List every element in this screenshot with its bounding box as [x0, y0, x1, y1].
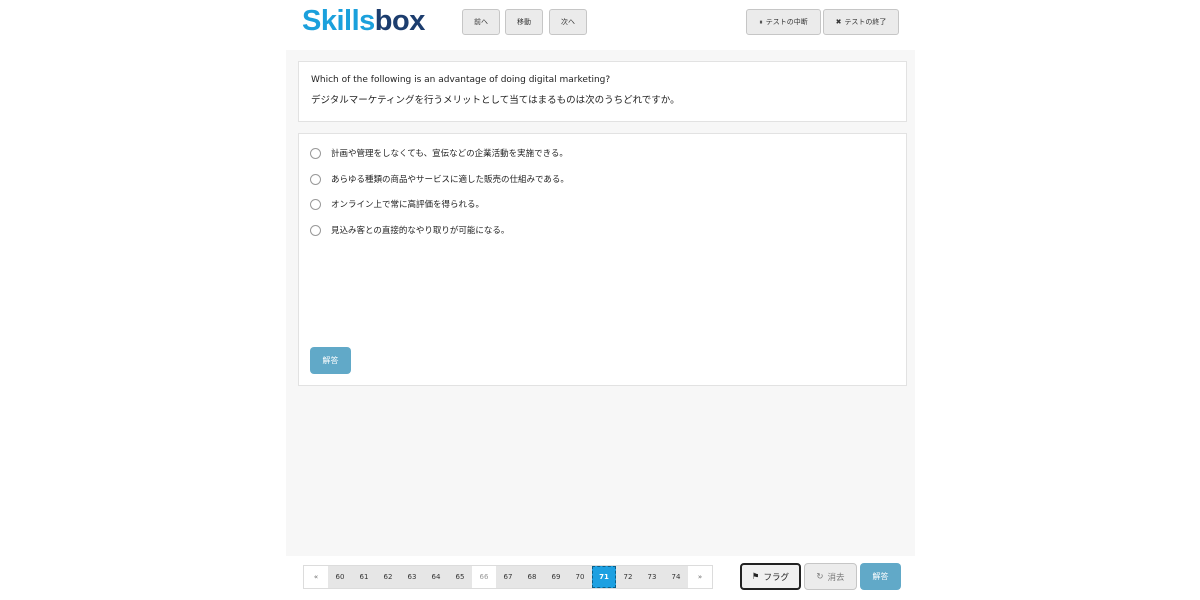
bottom-answer-button-label: 解答 — [872, 572, 889, 581]
option-4-label: 見込み客との直接的なやり取りが可能になる。 — [331, 226, 510, 236]
top-toolbar: Skills box 前へ 移動 次へ ⏸ テストの中断 ✖ テストの終了 — [286, 0, 915, 50]
prev-button-label: 前へ — [474, 18, 488, 26]
logo-text-skills: Skills — [302, 4, 375, 37]
clear-button-label: 消去 — [827, 572, 845, 583]
option-3-radio[interactable] — [310, 198, 321, 210]
refresh-icon: ↻ — [816, 571, 824, 582]
question-text-en: Which of the following is an advantage o… — [311, 75, 611, 85]
answer-button-label: 解答 — [322, 356, 339, 365]
answer-button[interactable]: 解答 — [310, 347, 351, 374]
question-text-ja: デジタルマーケティングを行うメリットとして当てはまるものは次のうちどれですか。 — [311, 95, 680, 106]
page-64[interactable]: 64 — [424, 566, 448, 588]
option-1[interactable]: 計画や管理をしなくても、宣伝などの企業活動を実施できる。 — [310, 146, 568, 160]
option-1-radio[interactable] — [310, 147, 321, 159]
page-63[interactable]: 63 — [400, 566, 424, 588]
option-4-radio[interactable] — [310, 224, 321, 236]
page-61[interactable]: 61 — [352, 566, 376, 588]
next-button[interactable]: 次へ — [549, 9, 587, 35]
option-1-label: 計画や管理をしなくても、宣伝などの企業活動を実施できる。 — [331, 149, 568, 159]
page-68[interactable]: 68 — [520, 566, 544, 588]
skillsbox-logo: Skills box — [302, 5, 425, 37]
flag-button-label: フラグ — [763, 572, 790, 583]
page-73[interactable]: 73 — [640, 566, 664, 588]
flag-icon: ⚑ — [751, 571, 760, 582]
pause-test-button[interactable]: ⏸ テストの中断 — [746, 9, 821, 35]
option-2-radio[interactable] — [310, 173, 321, 185]
close-icon: ✖ — [835, 18, 842, 26]
exam-app: Skills box 前へ 移動 次へ ⏸ テストの中断 ✖ テストの終了 Whi… — [286, 0, 915, 600]
end-test-button[interactable]: ✖ テストの終了 — [823, 9, 899, 35]
pause-test-label: テストの中断 — [765, 18, 808, 26]
option-4[interactable]: 見込み客との直接的なやり取りが可能になる。 — [310, 223, 509, 237]
move-button-label: 移動 — [517, 18, 531, 26]
page-62[interactable]: 62 — [376, 566, 400, 588]
bottom-bar: « 60 61 62 63 64 65 66 67 68 69 70 71 72… — [286, 556, 915, 600]
flag-button[interactable]: ⚑ フラグ — [740, 563, 801, 590]
page-69[interactable]: 69 — [544, 566, 568, 588]
option-2[interactable]: あらゆる種類の商品やサービスに適した販売の仕組みである。 — [310, 172, 569, 186]
page-72[interactable]: 72 — [616, 566, 640, 588]
end-test-label: テストの終了 — [844, 18, 887, 26]
options-card: 計画や管理をしなくても、宣伝などの企業活動を実施できる。 あらゆる種類の商品やサ… — [298, 133, 907, 386]
move-button[interactable]: 移動 — [505, 9, 543, 35]
page-74[interactable]: 74 — [664, 566, 688, 588]
question-card: Which of the following is an advantage o… — [298, 61, 907, 122]
page-71-current[interactable]: 71 — [592, 566, 616, 588]
page-65[interactable]: 65 — [448, 566, 472, 588]
option-3-label: オンライン上で常に高評価を得られる。 — [331, 200, 485, 210]
option-2-label: あらゆる種類の商品やサービスに適した販売の仕組みである。 — [331, 175, 569, 185]
prev-button[interactable]: 前へ — [462, 9, 500, 35]
page-next-button[interactable]: » — [688, 566, 712, 588]
page-70[interactable]: 70 — [568, 566, 592, 588]
next-button-label: 次へ — [561, 18, 575, 26]
pagination: « 60 61 62 63 64 65 66 67 68 69 70 71 72… — [303, 565, 713, 589]
page-67[interactable]: 67 — [496, 566, 520, 588]
logo-text-box: box — [374, 4, 426, 37]
page-prev-button[interactable]: « — [304, 566, 328, 588]
page-60[interactable]: 60 — [328, 566, 352, 588]
page-66[interactable]: 66 — [472, 566, 496, 588]
option-3[interactable]: オンライン上で常に高評価を得られる。 — [310, 197, 484, 211]
clear-button[interactable]: ↻ 消去 — [804, 563, 857, 590]
pause-icon: ⏸ — [759, 17, 763, 26]
bottom-answer-button[interactable]: 解答 — [860, 563, 901, 590]
